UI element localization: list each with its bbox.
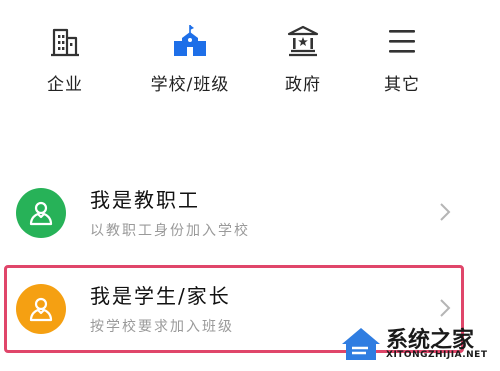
school-icon bbox=[174, 25, 206, 56]
tab-school-class[interactable]: 学校/班级 bbox=[135, 0, 245, 110]
tab-other[interactable]: 其它 bbox=[347, 0, 457, 110]
chevron-right-icon bbox=[440, 203, 451, 221]
staff-avatar bbox=[16, 188, 66, 238]
tab-label: 企业 bbox=[47, 75, 83, 95]
role-subtitle: 以教职工身份加入学校 bbox=[90, 223, 250, 239]
user-icon bbox=[29, 201, 53, 226]
watermark: 系统之家 XITONGZHIJIA.NET bbox=[338, 320, 498, 368]
tab-label: 政府 bbox=[285, 75, 321, 95]
tab-label: 其它 bbox=[384, 75, 420, 95]
role-option-staff[interactable]: 我是教职工 以教职工身份加入学校 bbox=[0, 170, 500, 260]
house-logo-icon bbox=[342, 328, 380, 360]
tab-label: 学校/班级 bbox=[150, 75, 230, 95]
building-icon bbox=[51, 28, 79, 57]
menu-icon bbox=[389, 30, 415, 53]
government-icon bbox=[287, 25, 319, 57]
tab-enterprise[interactable]: 企业 bbox=[10, 0, 120, 110]
role-title: 我是教职工 bbox=[90, 188, 200, 212]
tab-government[interactable]: 政府 bbox=[248, 0, 358, 110]
category-tabs: 企业 学校/班级 政府 其它 bbox=[0, 0, 500, 110]
watermark-url: XITONGZHIJIA.NET bbox=[386, 350, 488, 360]
